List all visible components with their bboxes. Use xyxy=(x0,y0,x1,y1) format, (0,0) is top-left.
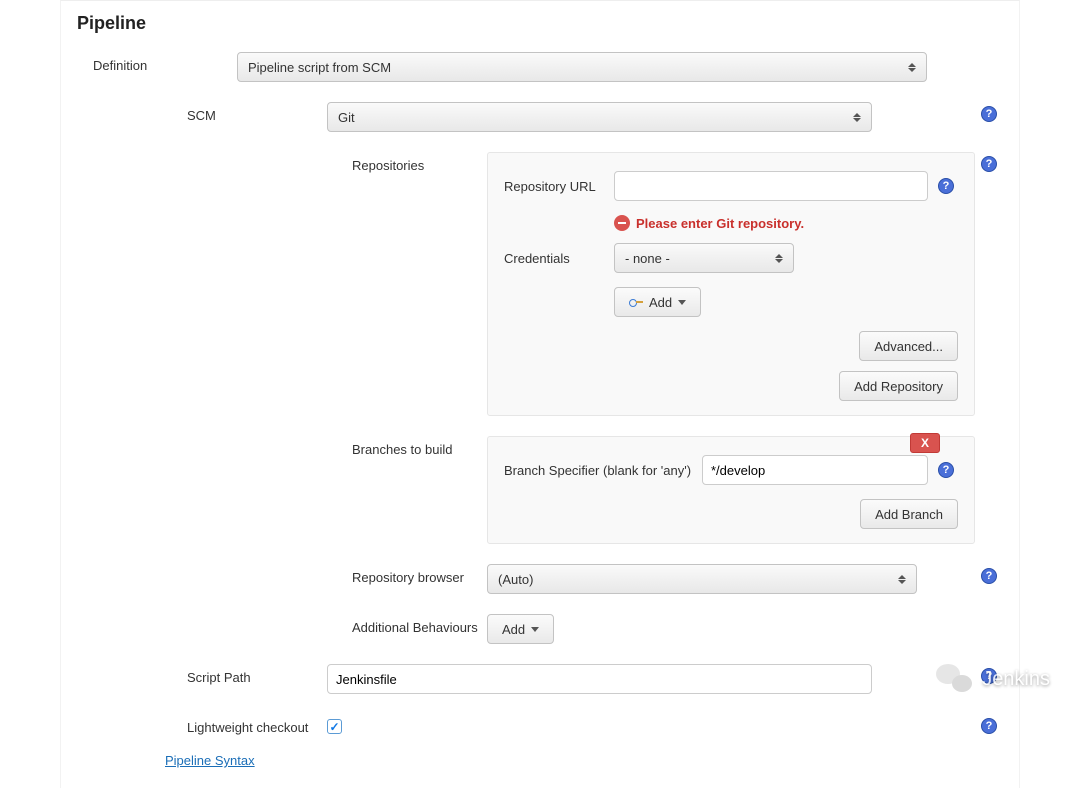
caret-down-icon xyxy=(678,300,686,305)
definition-row: Definition Pipeline script from SCM xyxy=(77,52,1003,82)
add-repository-label: Add Repository xyxy=(854,379,943,394)
branch-specifier-label: Branch Specifier (blank for 'any') xyxy=(504,463,702,478)
advanced-row: Advanced... xyxy=(504,331,958,361)
repo-browser-label: Repository browser xyxy=(77,564,487,585)
advanced-button[interactable]: Advanced... xyxy=(859,331,958,361)
credentials-value: - none - xyxy=(625,251,670,266)
branches-row: Branches to build X Branch Specifier (bl… xyxy=(77,436,1003,544)
additional-behaviours-row: Additional Behaviours Add xyxy=(77,614,1003,644)
caret-down-icon xyxy=(531,627,539,632)
scm-value: Git xyxy=(338,110,355,125)
branch-specifier-row: Branch Specifier (blank for 'any') ? xyxy=(504,455,958,485)
add-branch-row: Add Branch xyxy=(504,499,958,529)
help-icon[interactable]: ? xyxy=(938,462,954,478)
pipeline-syntax-link[interactable]: Pipeline Syntax xyxy=(165,753,255,768)
help-icon[interactable]: ? xyxy=(981,568,997,584)
help-icon[interactable]: ? xyxy=(981,668,997,684)
add-credentials-label: Add xyxy=(649,295,672,310)
repositories-row: Repositories Repository URL ? Please ent… xyxy=(77,152,1003,416)
script-path-row: Script Path ? xyxy=(77,664,1003,694)
credentials-row: Credentials - none - xyxy=(504,243,958,273)
add-branch-button[interactable]: Add Branch xyxy=(860,499,958,529)
repository-url-row: Repository URL ? xyxy=(504,171,958,201)
repository-url-input[interactable] xyxy=(614,171,928,201)
repository-url-error: Please enter Git repository. xyxy=(614,215,958,231)
delete-branch-button[interactable]: X xyxy=(910,433,940,453)
add-credentials-button[interactable]: Add xyxy=(614,287,701,317)
script-path-label: Script Path xyxy=(77,664,327,685)
definition-select[interactable]: Pipeline script from SCM xyxy=(237,52,927,82)
repo-browser-row: Repository browser (Auto) ? xyxy=(77,564,1003,594)
additional-behaviours-label: Additional Behaviours xyxy=(77,614,487,635)
add-behaviour-label: Add xyxy=(502,622,525,637)
advanced-label: Advanced... xyxy=(874,339,943,354)
pipeline-syntax-row: Pipeline Syntax xyxy=(77,747,1003,768)
section-title: Pipeline xyxy=(77,13,1003,34)
credentials-add-row: Add xyxy=(614,287,958,317)
repo-browser-value: (Auto) xyxy=(498,572,533,587)
definition-value: Pipeline script from SCM xyxy=(248,60,391,75)
help-icon[interactable]: ? xyxy=(981,718,997,734)
help-icon[interactable]: ? xyxy=(938,178,954,194)
add-repository-row: Add Repository xyxy=(504,371,958,401)
delete-branch-label: X xyxy=(921,436,929,450)
updown-arrows-icon xyxy=(775,251,785,265)
scm-row: SCM Git ? xyxy=(77,102,1003,132)
error-icon xyxy=(614,215,630,231)
repositories-label: Repositories xyxy=(77,152,487,173)
lightweight-label: Lightweight checkout xyxy=(77,714,327,735)
branches-panel: X Branch Specifier (blank for 'any') ? A… xyxy=(487,436,975,544)
lightweight-checkbox[interactable] xyxy=(327,719,342,734)
branches-label: Branches to build xyxy=(77,436,487,457)
lightweight-row: Lightweight checkout ? xyxy=(77,714,1003,735)
credentials-label: Credentials xyxy=(504,251,614,266)
updown-arrows-icon xyxy=(898,572,908,586)
definition-label: Definition xyxy=(77,52,237,73)
repo-browser-select[interactable]: (Auto) xyxy=(487,564,917,594)
repository-url-label: Repository URL xyxy=(504,179,614,194)
help-icon[interactable]: ? xyxy=(981,106,997,122)
script-path-input[interactable] xyxy=(327,664,872,694)
scm-select[interactable]: Git xyxy=(327,102,872,132)
key-icon xyxy=(629,297,643,307)
error-text: Please enter Git repository. xyxy=(636,216,804,231)
add-behaviour-button[interactable]: Add xyxy=(487,614,554,644)
add-repository-button[interactable]: Add Repository xyxy=(839,371,958,401)
add-branch-label: Add Branch xyxy=(875,507,943,522)
help-icon[interactable]: ? xyxy=(981,156,997,172)
repositories-panel: Repository URL ? Please enter Git reposi… xyxy=(487,152,975,416)
updown-arrows-icon xyxy=(908,60,918,74)
scm-label: SCM xyxy=(77,102,327,123)
updown-arrows-icon xyxy=(853,110,863,124)
branch-specifier-input[interactable] xyxy=(702,455,928,485)
credentials-select[interactable]: - none - xyxy=(614,243,794,273)
pipeline-config-panel: Pipeline Definition Pipeline script from… xyxy=(60,0,1020,788)
